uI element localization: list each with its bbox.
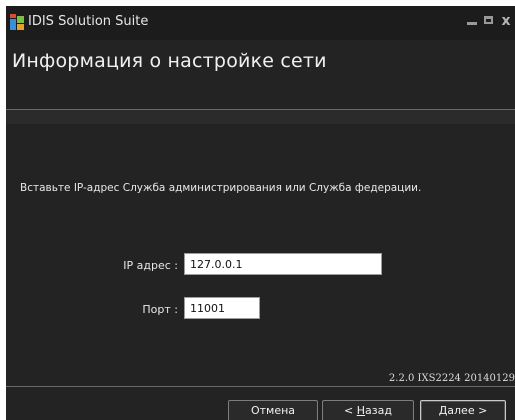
back-button-mnemonic: Н (356, 404, 366, 417)
port-label: Порт : (142, 303, 178, 316)
content-top-band (6, 110, 515, 124)
title-bar[interactable]: IDIS Solution Suite x (6, 6, 515, 40)
back-button-label: азад (365, 404, 392, 417)
port-input[interactable] (184, 297, 260, 319)
back-button[interactable]: < Назад (322, 400, 414, 420)
window-title: IDIS Solution Suite (28, 14, 149, 29)
close-icon[interactable]: x (498, 12, 514, 30)
next-button-mnemonic: Д (438, 404, 448, 417)
app-icon (10, 14, 24, 30)
ip-address-input[interactable] (184, 253, 382, 275)
next-button[interactable]: Далее > (420, 400, 506, 420)
footer-divider (6, 386, 515, 387)
minimize-icon[interactable] (464, 12, 480, 30)
page-title: Информация о настройке сети (12, 50, 327, 72)
next-button-label: алее > (447, 404, 488, 417)
ip-address-label: IP адрес : (123, 259, 178, 272)
setup-window: IDIS Solution Suite x Информация о настр… (6, 6, 515, 420)
maximize-icon[interactable] (480, 12, 496, 30)
version-text: 2.2.0 IXS2224 20140129 (388, 373, 515, 384)
back-button-prefix: < (344, 404, 357, 417)
instruction-text: Вставьте IP-адрес Служба администрирован… (20, 182, 422, 194)
cancel-button[interactable]: Отмена (228, 400, 318, 420)
